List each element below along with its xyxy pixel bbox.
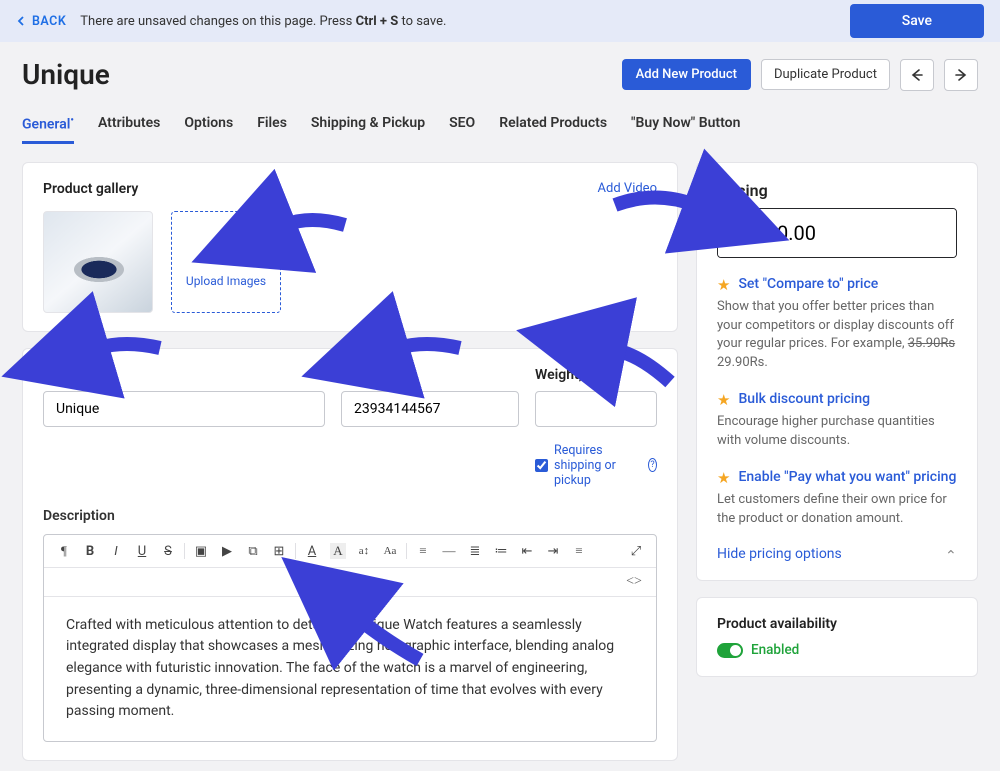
arrow-right-icon xyxy=(954,68,968,82)
description-editor: ¶ B I U S ▣ ▶ ⧉ ⊞ xyxy=(43,534,657,742)
requires-shipping-checkbox[interactable]: Requires shipping or pickup ? xyxy=(535,443,657,488)
tab-attributes[interactable]: Attributes xyxy=(98,115,160,144)
strike-icon[interactable]: S xyxy=(160,543,176,559)
add-video-link[interactable]: Add Video xyxy=(598,181,657,196)
hide-pricing-options[interactable]: Hide pricing options ⌄ xyxy=(717,546,957,562)
sku-label: SKU xyxy=(341,367,519,383)
fullscreen-icon[interactable]: ⤢ xyxy=(628,543,644,559)
ul-icon[interactable]: ≣ xyxy=(467,543,483,559)
weight-input[interactable] xyxy=(535,391,657,427)
italic-icon[interactable]: I xyxy=(108,543,124,559)
align-icon[interactable]: ≡ xyxy=(415,543,431,559)
back-link[interactable]: BACK xyxy=(16,14,66,29)
price-input[interactable] xyxy=(718,209,957,257)
tab-buynow[interactable]: "Buy Now" Button xyxy=(631,115,740,144)
add-new-product-button[interactable]: Add New Product xyxy=(622,59,751,90)
editor-toolbar: ¶ B I U S ▣ ▶ ⧉ ⊞ xyxy=(44,535,656,568)
gallery-title: Product gallery xyxy=(43,181,138,197)
tab-general[interactable]: General• xyxy=(22,115,74,144)
prev-product-button[interactable] xyxy=(900,59,934,91)
next-product-button[interactable] xyxy=(944,59,978,91)
image-icon[interactable]: ▣ xyxy=(193,543,209,559)
video-icon[interactable]: ▶ xyxy=(219,543,235,559)
tab-shipping[interactable]: Shipping & Pickup xyxy=(311,115,425,144)
back-label: BACK xyxy=(32,14,66,29)
tab-options[interactable]: Options xyxy=(184,115,233,144)
save-button[interactable]: Save xyxy=(850,4,984,38)
name-label: Name xyxy=(43,367,325,383)
lineheight-icon[interactable]: ≡ xyxy=(571,543,587,559)
bulk-discount-link[interactable]: Bulk discount pricing xyxy=(738,391,870,407)
arrow-left-icon xyxy=(910,68,924,82)
help-icon[interactable]: ? xyxy=(648,458,657,472)
fontsize-icon[interactable]: a↕ xyxy=(356,545,372,557)
bold-icon[interactable]: B xyxy=(82,543,98,559)
requires-shipping-input[interactable] xyxy=(535,459,548,472)
availability-toggle[interactable] xyxy=(717,643,743,658)
availability-card: Product availability Enabled xyxy=(696,597,978,677)
outdent-icon[interactable]: ⇤ xyxy=(519,543,535,559)
sku-input[interactable] xyxy=(341,391,519,427)
tab-related[interactable]: Related Products xyxy=(499,115,607,144)
pilcrow-icon[interactable]: ¶ xyxy=(56,543,72,559)
codeview-icon[interactable]: <> xyxy=(626,574,642,590)
fontcase-icon[interactable]: Aa xyxy=(382,545,398,557)
weight-label: Weight, kg xyxy=(535,367,657,383)
textcolor-icon[interactable]: A xyxy=(304,543,320,559)
upload-images-button[interactable]: + Upload Images xyxy=(171,211,281,313)
page-title: Unique xyxy=(22,58,110,91)
name-input[interactable] xyxy=(43,391,325,427)
pricing-title: Pricing xyxy=(717,181,957,200)
chevron-left-icon xyxy=(16,16,26,26)
link-icon[interactable]: ⧉ xyxy=(245,543,261,559)
description-textarea[interactable]: Crafted with meticulous attention to det… xyxy=(44,597,656,741)
table-icon[interactable]: ⊞ xyxy=(271,543,287,559)
compare-price-desc: Show that you offer better prices than y… xyxy=(717,298,957,373)
tab-seo[interactable]: SEO xyxy=(449,115,475,144)
bgcolor-icon[interactable]: A xyxy=(330,543,346,559)
duplicate-product-button[interactable]: Duplicate Product xyxy=(761,59,890,90)
tab-files[interactable]: Files xyxy=(257,115,287,144)
pricing-card: Pricing Rs ★ Set "Compare to" price Show… xyxy=(696,162,978,582)
availability-status: Enabled xyxy=(751,642,799,658)
hr-icon[interactable]: — xyxy=(441,543,457,559)
pwyw-link[interactable]: Enable "Pay what you want" pricing xyxy=(738,469,956,485)
indent-icon[interactable]: ⇥ xyxy=(545,543,561,559)
basic-fields-card: Name SKU Weight, kg Requires shipping or… xyxy=(22,348,678,761)
product-image-thumb[interactable] xyxy=(43,211,153,313)
underline-icon[interactable]: U xyxy=(134,543,150,559)
plus-icon: + xyxy=(218,236,234,264)
pwyw-desc: Let customers define their own price for… xyxy=(717,491,957,529)
availability-title: Product availability xyxy=(717,616,957,632)
upload-label: Upload Images xyxy=(186,274,266,288)
star-icon: ★ xyxy=(717,276,730,294)
unsaved-message: There are unsaved changes on this page. … xyxy=(80,14,446,29)
star-icon: ★ xyxy=(717,469,730,487)
bulk-discount-desc: Encourage higher purchase quantities wit… xyxy=(717,413,957,451)
unsaved-changes-bar: BACK There are unsaved changes on this p… xyxy=(0,0,1000,42)
compare-price-link[interactable]: Set "Compare to" price xyxy=(738,276,878,292)
product-tabs: General• Attributes Options Files Shippi… xyxy=(22,115,978,144)
product-gallery-card: Product gallery Add Video + Upload Image… xyxy=(22,162,678,332)
description-label: Description xyxy=(43,508,657,524)
chevron-up-icon: ⌄ xyxy=(945,546,957,562)
star-icon: ★ xyxy=(717,391,730,409)
ol-icon[interactable]: ≔ xyxy=(493,543,509,559)
